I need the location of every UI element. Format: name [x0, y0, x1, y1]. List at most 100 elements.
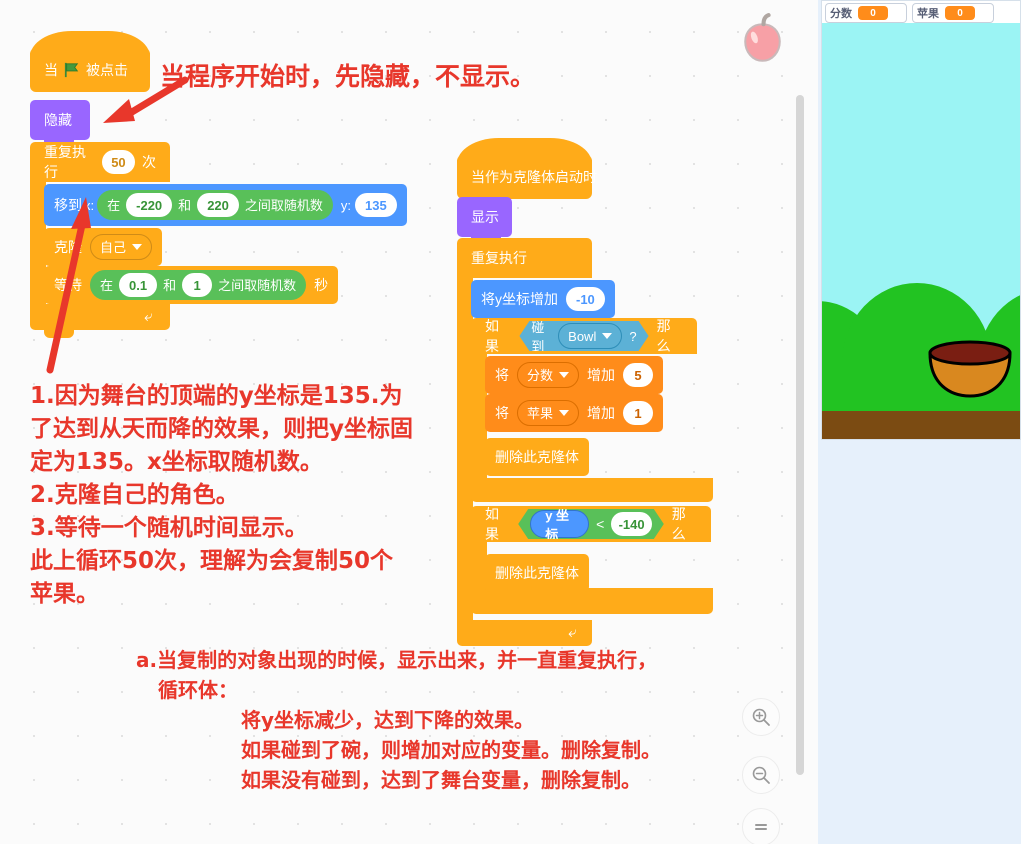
note-line-2: 了达到从天而降的效果，则把y坐标固 [30, 416, 413, 442]
zoom-out-button[interactable] [742, 756, 780, 794]
hide-label: 隐藏 [44, 112, 72, 128]
chevron-down-icon [602, 333, 612, 339]
note-line-3: 定为135。x坐标取随机数。 [30, 449, 323, 475]
change-var-label: 将 [495, 367, 509, 383]
block-less-than[interactable]: y 坐标 < -140 [518, 509, 664, 539]
green-flag-icon [64, 62, 79, 78]
apple-watermark-icon [744, 13, 781, 62]
wait-max-input[interactable]: 1 [182, 273, 213, 297]
block-if-y-header[interactable]: 如果 y 坐标 < -140 那么 [471, 506, 711, 542]
zoom-out-icon [752, 766, 770, 784]
monitor-score[interactable]: 分数 0 [825, 3, 907, 23]
forever-loop-arrow-icon: ⤷ [567, 624, 576, 641]
note-line-5: 3.等待一个随机时间显示。 [30, 515, 308, 541]
block-pick-random-wait[interactable]: 在 0.1 和 1 之间取随机数 [90, 270, 307, 300]
touching-target-dropdown[interactable]: Bowl [558, 323, 622, 349]
delete-clone-label: 删除此克隆体 [495, 449, 579, 465]
block-hide[interactable]: 隐藏 [30, 100, 90, 147]
block-pick-random-x[interactable]: 在 -220 和 220 之间取随机数 [97, 190, 333, 220]
block-repeat[interactable]: 重复执行 50 次 [30, 142, 170, 182]
loop-arrow-icon: ⤷ [143, 308, 152, 325]
chevron-down-icon [559, 410, 570, 416]
chevron-down-icon [132, 244, 143, 250]
then-label: 那么 [656, 318, 671, 354]
change-y-label: 将y坐标增加 [481, 291, 558, 307]
chevron-down-icon [559, 372, 570, 378]
wait-random-mid: 和 [163, 277, 177, 293]
monitor-apple[interactable]: 苹果 0 [912, 3, 994, 23]
random-mid: 和 [178, 197, 192, 213]
block-workspace[interactable]: 当 被点击 隐藏 重复执行 50 次 ⤷ 移到 x: 在 -220 和 220 … [0, 0, 818, 844]
goto-y-input[interactable]: 135 [355, 193, 397, 217]
annotation-title: 当程序开始时，先隐藏，不显示。 [160, 62, 536, 91]
bnote-line-1: a.当复制的对象出现的时候，显示出来，并一直重复执行， [136, 648, 658, 672]
block-show[interactable]: 显示 [457, 197, 512, 244]
wait-min-input[interactable]: 0.1 [119, 273, 158, 297]
hat-when-i-start-as-clone[interactable]: 当作为克隆体启动时 [457, 138, 597, 199]
clone-hat-label: 当作为克隆体启动时 [471, 169, 597, 185]
block-delete-clone-2[interactable]: 删除此克隆体 [485, 554, 589, 592]
repeat-label-prefix: 重复执行 [44, 144, 86, 180]
bnote-line-3: 将y坐标减少，达到下降的效果。 [241, 708, 535, 732]
repeat-header[interactable]: 重复执行 50 次 [30, 142, 170, 182]
monitor-apple-value: 0 [945, 6, 975, 20]
then2-label: 那么 [671, 506, 686, 542]
change-var-suffix-2: 增加 [587, 405, 616, 421]
bnote-line-4: 如果碰到了碗，则增加对应的变量。删除复制。 [241, 738, 661, 762]
note-line-6: 此上循环50次，理解为会复制50个 [30, 548, 394, 574]
clone-target-value: 自己 [100, 239, 127, 255]
random-suffix: 之间取随机数 [244, 197, 323, 213]
score-var-dropdown[interactable]: 分数 [517, 362, 580, 388]
random-x-min-input[interactable]: -220 [126, 193, 173, 217]
repeat-count-input[interactable]: 50 [101, 150, 135, 174]
block-change-y[interactable]: 将y坐标增加 -10 [471, 280, 615, 318]
apple-amount-input[interactable]: 1 [623, 401, 654, 425]
wait-random-prefix: 在 [100, 277, 114, 293]
arrow-to-goto-icon [46, 197, 91, 374]
block-goto-xy[interactable]: 移到 x: 在 -220 和 220 之间取随机数 y: 135 [44, 184, 407, 226]
random-prefix: 在 [107, 197, 121, 213]
block-change-score[interactable]: 将 分数 增加 5 [485, 356, 664, 394]
delete-clone-label-2: 删除此克隆体 [495, 565, 579, 581]
stage[interactable]: 分数 0 苹果 0 [821, 0, 1021, 440]
arrow-to-hide-icon [103, 76, 189, 123]
block-touching[interactable]: 碰到 Bowl ? [519, 321, 648, 351]
note-line-7: 苹果。 [30, 581, 99, 607]
if-label: 如果 [485, 318, 499, 354]
wait-unit-label: 秒 [314, 277, 329, 293]
touching-question: ? [629, 328, 637, 344]
clone-target-dropdown[interactable]: 自己 [90, 234, 153, 260]
random-x-max-input[interactable]: 220 [197, 193, 239, 217]
zoom-reset-button[interactable] [742, 808, 780, 844]
zoom-in-button[interactable] [742, 698, 780, 736]
apple-var-value: 苹果 [527, 405, 554, 421]
bnote-line-5: 如果没有碰到，达到了舞台变量，删除复制。 [241, 768, 641, 792]
change-var-suffix: 增加 [587, 367, 616, 383]
y-threshold-input[interactable]: -140 [611, 512, 651, 536]
forever-footer: ⤷ [457, 620, 592, 646]
block-forever-header[interactable]: 重复执行 [457, 238, 592, 278]
score-amount-input[interactable]: 5 [623, 363, 654, 387]
zoom-reset-icon [755, 824, 767, 830]
forever-label: 重复执行 [471, 250, 527, 266]
goto-y-label: y: [340, 197, 352, 213]
monitor-apple-label: 苹果 [917, 8, 939, 20]
block-change-apple[interactable]: 将 苹果 增加 1 [485, 394, 664, 432]
block-delete-clone-1[interactable]: 删除此克隆体 [485, 438, 589, 476]
change-y-input[interactable]: -10 [566, 287, 605, 311]
stage-bowl-sprite[interactable] [925, 339, 1015, 399]
annotation-left-note: 1.因为舞台的顶端的y坐标是135.为 了达到从天而降的效果，则把y坐标固 定为… [30, 380, 413, 611]
score-var-value: 分数 [527, 367, 554, 383]
stage-ground [822, 411, 1020, 439]
show-label: 显示 [471, 209, 499, 225]
hat-label-prefix: 当 [44, 62, 58, 78]
touching-label: 碰到 [531, 320, 545, 354]
apple-var-dropdown[interactable]: 苹果 [517, 400, 580, 426]
workspace-scrollbar[interactable] [796, 95, 804, 775]
monitor-score-value: 0 [858, 6, 888, 20]
annotation-bottom-note: a.当复制的对象出现的时候，显示出来，并一直重复执行， 循环体： 将y坐标减少，… [136, 645, 661, 795]
block-y-position[interactable]: y 坐标 [530, 510, 589, 538]
repeat-label-suffix: 次 [142, 154, 156, 170]
block-if-touching-header[interactable]: 如果 碰到 Bowl ? 那么 [471, 318, 697, 354]
if2-label: 如果 [485, 506, 499, 542]
